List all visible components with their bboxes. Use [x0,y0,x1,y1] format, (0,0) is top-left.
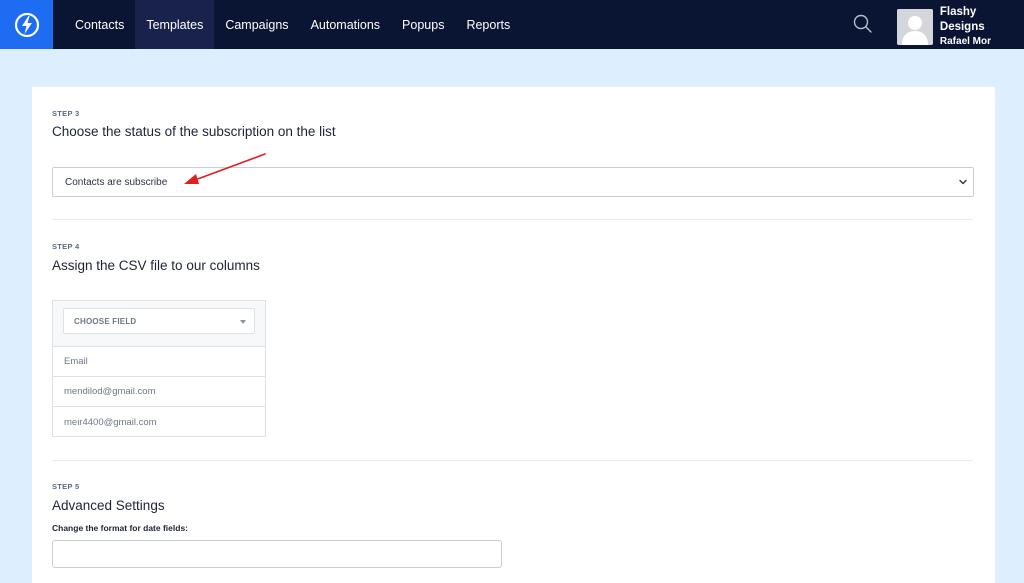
chevron-down-icon [959,179,967,185]
user-name: Flashy Designs [939,6,985,33]
csv-row: Email [53,347,265,377]
search-icon [853,14,872,33]
nav-item-reports[interactable]: Reports [455,0,521,49]
nav-item-automations[interactable]: Automations [300,0,391,49]
nav-item-popups[interactable]: Popups [391,0,455,49]
logo[interactable] [0,0,53,49]
step-3-title: Choose the status of the subscription on… [52,124,336,139]
csv-column-mapping: CHOOSE FIELD Email mendilod@gmail.com me… [52,300,266,437]
step-5-label: STEP 5 [52,482,80,491]
step-4-title: Assign the CSV file to our columns [52,258,260,273]
search-button[interactable] [852,13,874,35]
step-5-title: Advanced Settings [52,498,165,513]
choose-field-placeholder: CHOOSE FIELD [74,316,137,326]
divider [52,219,973,220]
user-subtitle: Rafael Mor [939,36,992,47]
avatar-placeholder-icon [897,9,933,45]
step-4-label: STEP 4 [52,242,80,251]
divider [52,460,973,461]
top-navigation-bar: Contacts Templates Campaigns Automations… [0,0,1024,49]
avatar [897,9,933,45]
nav-item-contacts[interactable]: Contacts [64,0,135,49]
csv-column-header: CHOOSE FIELD [53,301,265,347]
date-format-input[interactable] [52,540,502,568]
csv-row: mendilod@gmail.com [53,377,265,407]
nav-item-campaigns[interactable]: Campaigns [214,0,299,49]
main-nav: Contacts Templates Campaigns Automations… [64,0,521,49]
lightning-bolt-icon [14,12,39,37]
import-settings-card: STEP 3 Choose the status of the subscrip… [32,87,995,583]
nav-item-templates[interactable]: Templates [135,0,215,49]
subscription-status-select[interactable]: Contacts are subscribe [52,167,974,197]
choose-field-dropdown[interactable]: CHOOSE FIELD [63,308,255,334]
caret-down-icon [240,320,246,324]
csv-row: meir4400@gmail.com [64,416,157,428]
step-3-label: STEP 3 [52,109,80,118]
date-format-label: Change the format for date fields: [52,523,189,533]
user-menu[interactable]: Flashy Designs Rafael Mor [897,5,1024,49]
subscription-status-value: Contacts are subscribe [65,176,168,188]
